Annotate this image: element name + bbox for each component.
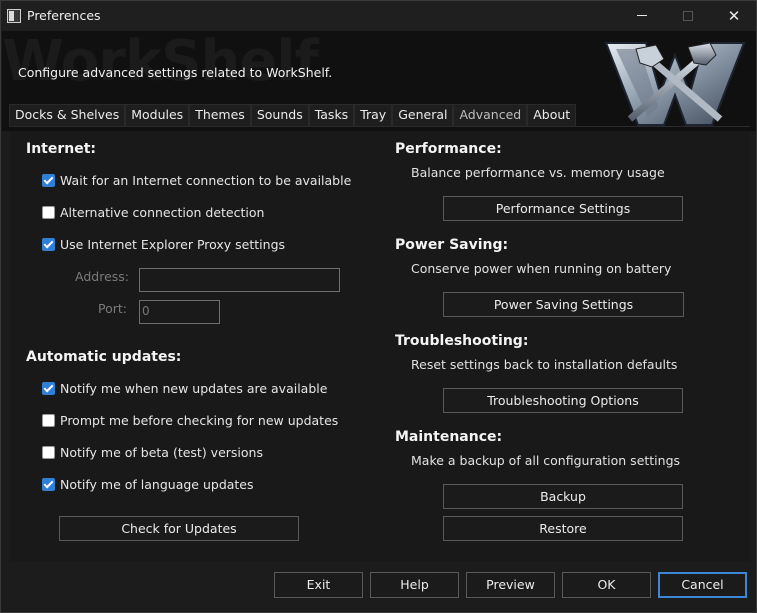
banner-description: Configure advanced settings related to W… [18,65,333,80]
language-updates-checkbox[interactable]: Notify me of language updates [42,475,254,493]
restore-button[interactable]: Restore [443,516,683,541]
tab-divider [9,126,750,127]
preferences-window: Preferences ✕ WorkShelf Configure advanc… [0,0,757,613]
maximize-icon [683,10,693,21]
window-title: Preferences [27,8,101,23]
notify-updates-checkbox[interactable]: Notify me when new updates are available [42,379,327,397]
checkbox-checked-icon [42,381,55,395]
close-button[interactable]: ✕ [711,1,757,31]
checkbox-checked-icon [42,173,55,187]
tab-advanced[interactable]: Advanced [453,104,528,126]
checkbox-label: Use Internet Explorer Proxy settings [60,236,286,252]
title-bar[interactable]: Preferences ✕ [1,1,756,31]
checkbox-unchecked-icon [42,413,55,427]
performance-description: Balance performance vs. memory usage [411,165,665,180]
checkbox-label: Notify me of beta (test) versions [60,444,263,460]
performance-settings-button[interactable]: Performance Settings [443,196,683,221]
beta-versions-checkbox[interactable]: Notify me of beta (test) versions [42,443,263,461]
checkbox-checked-icon [42,237,55,251]
app-window-icon [7,9,21,23]
dialog-footer: Exit Help Preview OK Cancel [2,563,756,612]
tab-themes[interactable]: Themes [189,104,251,126]
tab-tray[interactable]: Tray [354,104,393,126]
internet-heading: Internet: [26,141,97,157]
checkbox-unchecked-icon [42,445,55,459]
advanced-panel: Internet: Wait for an Internet connectio… [10,131,750,561]
alternative-detection-checkbox[interactable]: Alternative connection detection [42,203,264,221]
tab-docks-shelves[interactable]: Docks & Shelves [9,104,126,126]
tab-about[interactable]: About [527,104,577,126]
address-field[interactable] [139,268,340,292]
address-label: Address: [75,269,129,284]
minimize-icon [637,15,647,16]
troubleshooting-heading: Troubleshooting: [395,333,529,349]
prompt-before-checking-checkbox[interactable]: Prompt me before checking for new update… [42,411,338,429]
updates-heading: Automatic updates: [26,349,182,365]
workshelf-hammer-logo [604,42,746,126]
checkbox-label: Alternative connection detection [60,204,265,220]
check-for-updates-button[interactable]: Check for Updates [59,516,299,541]
ie-proxy-checkbox[interactable]: Use Internet Explorer Proxy settings [42,235,285,253]
checkbox-label: Prompt me before checking for new update… [60,412,339,428]
tab-sounds[interactable]: Sounds [250,104,309,126]
exit-button[interactable]: Exit [274,572,363,598]
preview-button[interactable]: Preview [466,572,555,598]
power-saving-heading: Power Saving: [395,237,509,253]
power-saving-description: Conserve power when running on battery [411,261,672,276]
tab-general[interactable]: General [392,104,454,126]
ok-button[interactable]: OK [562,572,651,598]
port-field[interactable]: 0 [139,300,220,324]
performance-heading: Performance: [395,141,502,157]
cancel-button[interactable]: Cancel [658,572,747,598]
tab-tasks[interactable]: Tasks [308,104,355,126]
minimize-button[interactable] [619,1,665,31]
tab-modules[interactable]: Modules [125,104,190,126]
port-label: Port: [98,301,127,316]
tab-bar: Docks & Shelves Modules Themes Sounds Ta… [9,104,577,126]
troubleshooting-description: Reset settings back to installation defa… [411,357,678,372]
checkbox-label: Notify me when new updates are available [60,380,328,396]
checkbox-label: Notify me of language updates [60,476,254,492]
maximize-button[interactable] [665,1,711,31]
power-saving-settings-button[interactable]: Power Saving Settings [443,292,684,317]
backup-button[interactable]: Backup [443,484,683,509]
wait-for-connection-checkbox[interactable]: Wait for an Internet connection to be av… [42,171,351,189]
close-icon: ✕ [727,7,741,25]
troubleshooting-options-button[interactable]: Troubleshooting Options [443,388,683,413]
maintenance-description: Make a backup of all configuration setti… [411,453,681,468]
checkbox-unchecked-icon [42,205,55,219]
checkbox-label: Wait for an Internet connection to be av… [60,172,352,188]
maintenance-heading: Maintenance: [395,429,503,445]
checkbox-checked-icon [42,477,55,491]
banner-watermark: WorkShelf [2,31,319,94]
help-button[interactable]: Help [370,572,459,598]
